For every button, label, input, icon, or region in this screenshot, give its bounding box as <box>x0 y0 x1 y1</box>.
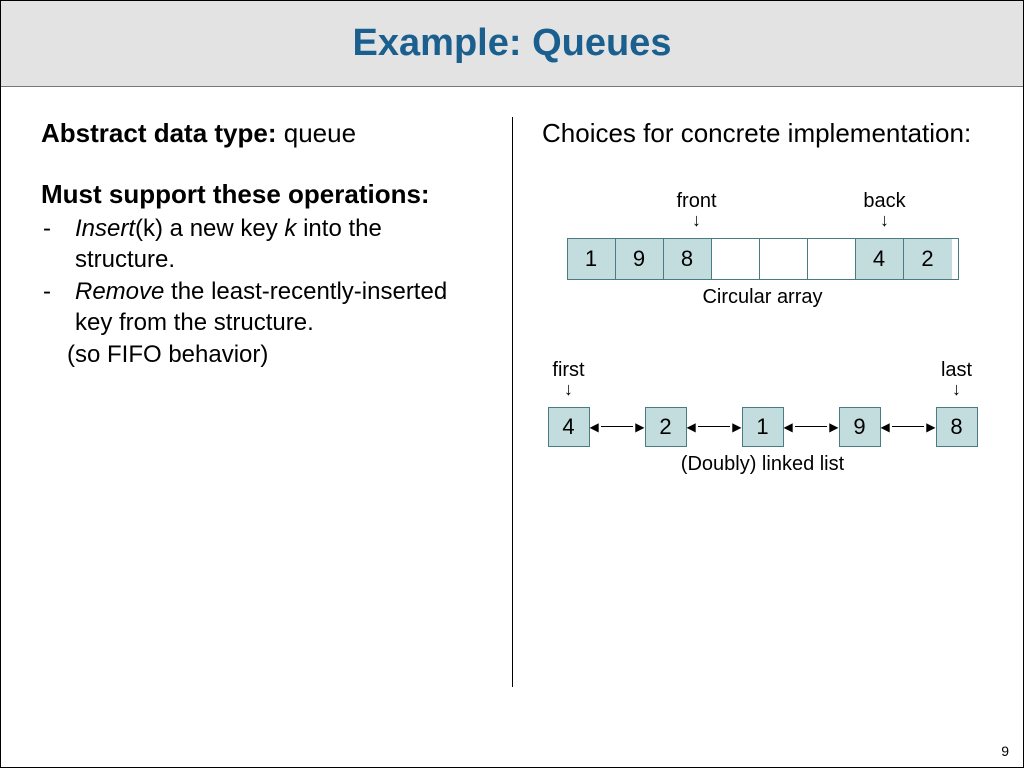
slide: Example: Queues Abstract data type: queu… <box>0 0 1024 768</box>
array-cell <box>808 239 856 279</box>
ops-list: - Insert(k) a new key k into the structu… <box>41 214 482 369</box>
right-column: Choices for concrete implementation: fro… <box>512 117 983 717</box>
op-insert: - Insert(k) a new key k into the structu… <box>41 214 482 275</box>
double-link-icon: ◀▶ <box>784 420 839 434</box>
list-node: 9 <box>839 407 881 447</box>
page-number: 9 <box>1001 743 1009 759</box>
list-node: 4 <box>548 407 590 447</box>
linked-list-diagram: first ↓ last ↓ 4 ◀▶ 2 ◀▶ 1 ◀▶ 9 ◀ <box>548 359 978 476</box>
title-bar: Example: Queues <box>1 1 1023 87</box>
array-cell: 2 <box>904 239 952 279</box>
adt-heading: Abstract data type: queue <box>41 117 482 150</box>
adt-value: queue <box>284 118 356 148</box>
list-node: 2 <box>645 407 687 447</box>
linked-list-row: 4 ◀▶ 2 ◀▶ 1 ◀▶ 9 ◀▶ 8 <box>548 407 978 447</box>
down-arrow-icon: ↓ <box>667 213 727 227</box>
array-cell <box>760 239 808 279</box>
adt-label: Abstract data type: <box>41 118 277 148</box>
column-divider <box>512 117 513 687</box>
slide-title: Example: Queues <box>353 22 672 65</box>
array-cell: 9 <box>616 239 664 279</box>
first-pointer: first ↓ <box>546 359 592 396</box>
last-pointer: last ↓ <box>934 359 980 396</box>
impl-heading: Choices for concrete implementation: <box>542 117 983 150</box>
array-cell <box>712 239 760 279</box>
op-note: (so FIFO behavior) <box>67 341 482 369</box>
front-pointer: front ↓ <box>667 190 727 227</box>
circular-array-caption: Circular array <box>567 286 959 309</box>
ops-heading: Must support these operations: <box>41 178 482 211</box>
array-cell: 1 <box>568 239 616 279</box>
slide-body: Abstract data type: queue Must support t… <box>1 87 1023 727</box>
op-remove: - Remove the least-recently-inserted key… <box>41 277 482 338</box>
double-link-icon: ◀▶ <box>590 420 645 434</box>
back-pointer: back ↓ <box>855 190 915 227</box>
double-link-icon: ◀▶ <box>687 420 742 434</box>
down-arrow-icon: ↓ <box>855 213 915 227</box>
list-node: 8 <box>936 407 978 447</box>
array-cell: 8 <box>664 239 712 279</box>
list-node: 1 <box>742 407 784 447</box>
left-column: Abstract data type: queue Must support t… <box>41 117 512 717</box>
array-cells: 1 9 8 4 2 <box>567 238 959 280</box>
double-link-icon: ◀▶ <box>881 420 936 434</box>
down-arrow-icon: ↓ <box>934 382 980 396</box>
array-cell: 4 <box>856 239 904 279</box>
linked-list-caption: (Doubly) linked list <box>548 453 978 476</box>
down-arrow-icon: ↓ <box>546 382 592 396</box>
circular-array-diagram: front ↓ back ↓ 1 9 8 <box>542 190 983 309</box>
